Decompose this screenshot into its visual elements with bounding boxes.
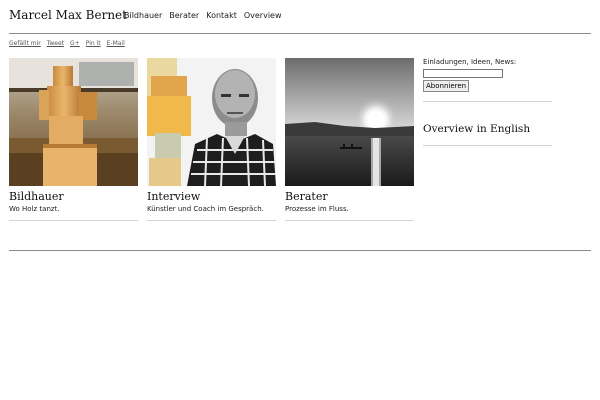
card-subtitle: Wo Holz tanzt. (9, 205, 60, 213)
subscribe-button[interactable]: Abonnieren (423, 80, 470, 92)
main-nav: Bildhauer Berater Kontakt Overview (124, 11, 282, 20)
share-pinit-link[interactable]: Pin it (86, 40, 101, 47)
share-email-link[interactable]: E-Mail (107, 40, 125, 47)
site-title[interactable]: Marcel Max Bernet (9, 8, 127, 22)
card-title[interactable]: Berater (285, 190, 414, 203)
card-berater: Berater Prozesse im Fluss. (285, 58, 414, 221)
card-divider (9, 220, 138, 221)
newsletter-email-input[interactable] (423, 69, 503, 78)
sculpture-image[interactable] (9, 58, 138, 186)
share-tweet-link[interactable]: Tweet (47, 40, 64, 47)
card-title[interactable]: Bildhauer (9, 190, 138, 203)
card-divider (285, 220, 414, 221)
sidebar: Einladungen, Ideen, News: Abonnieren Ove… (423, 58, 552, 146)
newsletter-label: Einladungen, Ideen, News: (423, 58, 517, 66)
overview-english-link[interactable]: Overview in English (423, 123, 552, 136)
footer-divider (9, 250, 591, 251)
share-like-link[interactable]: Gefällt mir (9, 40, 41, 47)
card-title[interactable]: Interview (147, 190, 276, 203)
share-gplus-link[interactable]: G+ (70, 40, 80, 47)
card-interview: Interview Künstler und Coach im Gespräch… (147, 58, 276, 221)
nav-item-berater[interactable]: Berater (169, 11, 199, 20)
nav-item-bildhauer[interactable]: Bildhauer (124, 11, 162, 20)
header-divider (9, 33, 591, 34)
card-divider (147, 220, 276, 221)
share-bar: Gefällt mir Tweet G+ Pin it E-Mail (9, 40, 125, 47)
portrait-image[interactable] (147, 58, 276, 186)
nav-item-kontakt[interactable]: Kontakt (206, 11, 237, 20)
lake-sunset-image[interactable] (285, 58, 414, 186)
card-subtitle: Künstler und Coach im Gespräch. (147, 205, 264, 213)
nav-item-overview[interactable]: Overview (244, 11, 282, 20)
card-bildhauer: Bildhauer Wo Holz tanzt. (9, 58, 138, 221)
sidebar-divider (423, 145, 552, 146)
sidebar-divider (423, 101, 552, 102)
card-subtitle: Prozesse im Fluss. (285, 205, 349, 213)
